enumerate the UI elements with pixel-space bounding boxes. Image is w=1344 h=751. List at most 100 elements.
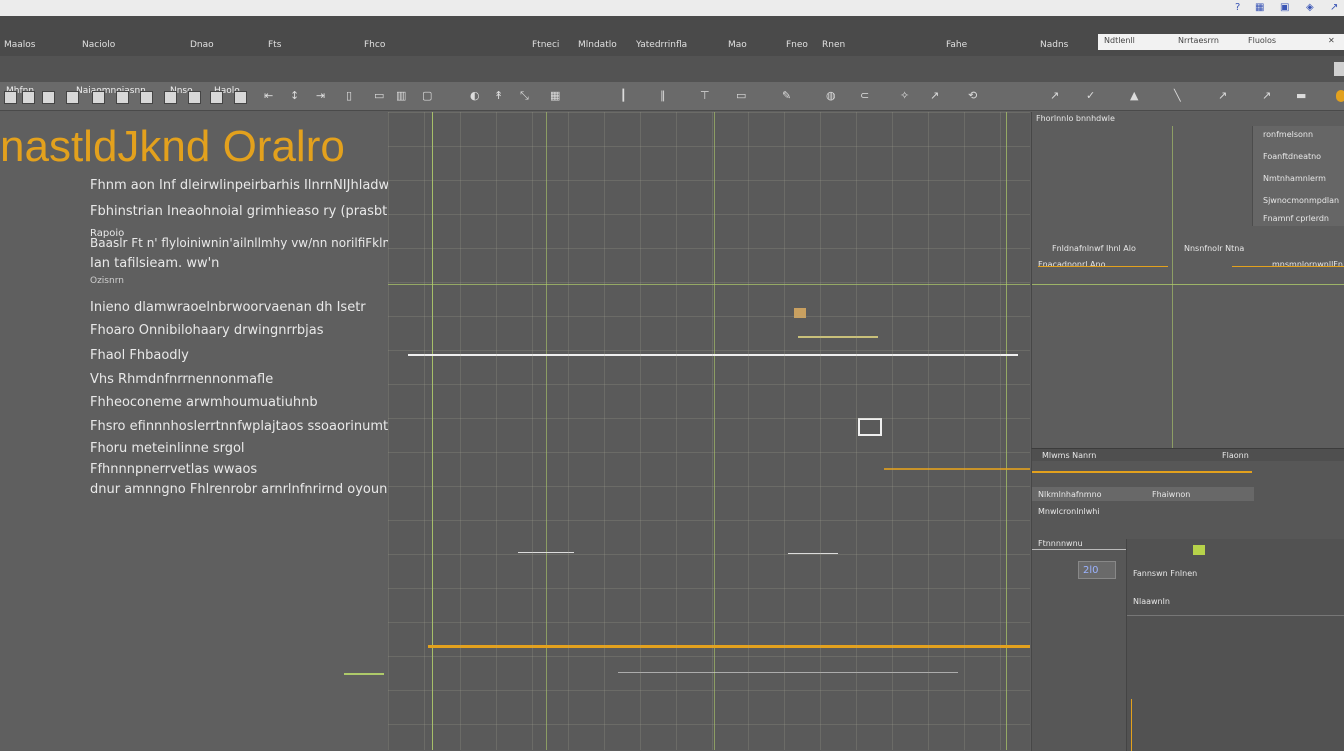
pencil-icon[interactable]: ↗ [1218,89,1227,102]
menu-item[interactable]: Dnao [190,40,214,50]
anchor-box[interactable] [858,418,882,436]
window-tab[interactable]: Fluolos [1248,36,1276,45]
grid-icon[interactable]: ▦ [1255,2,1264,13]
grid-line [604,112,605,750]
window-tab[interactable]: Ndtlenll [1104,36,1135,45]
text-tool-icon[interactable] [92,91,105,104]
color-picker-icon[interactable]: ◍ [826,89,836,102]
warning-icon[interactable]: ▲ [1130,89,1138,102]
record-icon[interactable] [1336,90,1344,102]
pen-tool-icon[interactable] [140,91,153,104]
image-icon[interactable]: ▣ [1280,2,1289,13]
menu-item[interactable]: Fneo [786,40,808,50]
eyedropper-icon[interactable]: ✎ [782,89,791,102]
crop-tool-icon[interactable] [42,91,55,104]
guide-line[interactable] [388,284,1030,285]
arrow-icon[interactable]: ↗ [1050,89,1059,102]
expand-icon[interactable]: ↗ [1262,89,1271,102]
line-tool-icon[interactable]: ╲ [1174,89,1181,102]
grid-line [388,622,1030,623]
menu-item[interactable]: Ftneci [532,40,559,50]
body-text-line: Ian tafilsieam. ww'n [90,256,220,271]
minimize-icon[interactable]: ▬ [1296,89,1306,102]
shape-tool-icon[interactable] [116,91,129,104]
menu-item[interactable]: Fahe [946,40,967,50]
guide-icon[interactable]: ┃ [620,89,627,102]
grid-line [532,112,533,750]
layer-icon[interactable]: ▭ [374,89,384,102]
rotate-icon[interactable]: ⟲ [968,89,977,102]
path-icon[interactable]: ↗ [930,89,939,102]
property-row[interactable]: ronfmelsonn [1263,130,1313,139]
selection-line[interactable] [408,354,1018,356]
property-row[interactable]: Sjwnocmonmpdlan [1263,196,1339,205]
menu-item[interactable]: Fhco [364,40,385,50]
mask-icon[interactable]: ▢ [422,89,432,102]
brush-tool-icon[interactable] [66,91,79,104]
value-field[interactable]: 2l0 [1078,561,1116,579]
highlight-bar[interactable] [428,645,1030,648]
layer-label[interactable]: Mnwlcronlnlwhi [1038,507,1100,516]
canvas-grid[interactable] [388,112,1030,750]
group-icon[interactable]: ▥ [396,89,406,102]
guide-line[interactable] [432,112,433,750]
toggle-icon[interactable] [1193,545,1205,555]
fill-tool-icon[interactable] [234,91,247,104]
align-right-icon[interactable]: ⇥ [316,89,325,102]
selection-marker[interactable] [798,336,878,338]
highlight-bar[interactable] [884,468,1030,470]
select-tool-icon[interactable] [22,91,35,104]
lasso-icon[interactable]: ⊂ [860,89,869,102]
menu-item[interactable]: Naciolo [82,40,115,50]
align-left-icon[interactable]: ⇤ [264,89,273,102]
eraser-tool-icon[interactable] [210,91,223,104]
close-icon[interactable]: ✕ [1328,36,1335,45]
guide-line[interactable] [546,112,547,750]
toolbar-label[interactable]: Naiaomnoiasnn [76,86,146,96]
filter-icon[interactable]: ◐ [470,89,480,102]
ruler-icon[interactable]: ∥ [660,89,666,102]
track-line [1232,266,1344,267]
share-icon[interactable]: ↗ [1330,2,1338,13]
check-icon[interactable]: ✓ [1086,89,1095,102]
menu-item[interactable]: Nadns [1040,40,1068,50]
help-icon[interactable]: ? [1235,2,1240,13]
menu-item[interactable]: Maalos [4,40,36,50]
warp-icon[interactable]: ↟ [494,89,503,102]
guide-line[interactable] [714,112,715,750]
magic-wand-icon[interactable]: ✧ [900,89,909,102]
window-tab[interactable]: Nrrtaesrrn [1178,36,1219,45]
layer-label[interactable]: Ftnnnnwnu [1038,539,1083,548]
panel-toggle-icon[interactable] [1334,62,1344,76]
snap-icon[interactable]: ▭ [736,89,746,102]
grid-view-icon[interactable]: ▦ [550,89,560,102]
grid-line [748,112,749,750]
zoom-tool-icon[interactable] [164,91,177,104]
panel-tab[interactable]: Flaonn [1222,451,1249,460]
menu-item[interactable]: Mao [728,40,747,50]
menu-item[interactable]: Fts [268,40,281,50]
grid-line [388,350,1030,351]
menu-item[interactable]: Rnen [822,40,845,50]
hand-tool-icon[interactable] [188,91,201,104]
transform-icon[interactable]: ⤡ [520,89,529,103]
grid-line [388,316,1030,317]
grid-line [640,112,641,750]
align-center-icon[interactable]: ↕ [290,89,299,102]
bookmark-icon[interactable]: ◈ [1306,2,1314,13]
menu-item[interactable]: Mlndatlo [578,40,617,50]
body-text-line: Inieno dlamwraoelnbrwoorvaenan dh Isetr [90,300,366,315]
menu-item[interactable]: Yatedrrinfla [636,40,687,50]
property-row[interactable]: Foanftdneatno [1263,152,1321,161]
property-row[interactable]: Nmtnhamnlerm [1263,174,1326,183]
property-row[interactable]: Fnamnf cprlerdn [1263,214,1329,223]
guide-line[interactable] [1006,112,1007,750]
grid-line [388,520,1030,521]
panel-tab[interactable]: Mlwms Nanrn [1042,451,1096,460]
layer-row[interactable]: Nlkmlnhafnmno Fhaiwnon [1032,487,1254,501]
move-tool-icon[interactable] [4,91,17,104]
frame-icon[interactable]: ▯ [346,89,352,102]
body-text-line: Fhheoconeme arwmhoumuatiuhnb [90,395,318,410]
anchor-icon[interactable]: ⊤ [700,89,710,102]
right-panel-properties: Fhorlnnlo bnnhdwle ronfmelsonn Foanftdne… [1031,112,1344,448]
